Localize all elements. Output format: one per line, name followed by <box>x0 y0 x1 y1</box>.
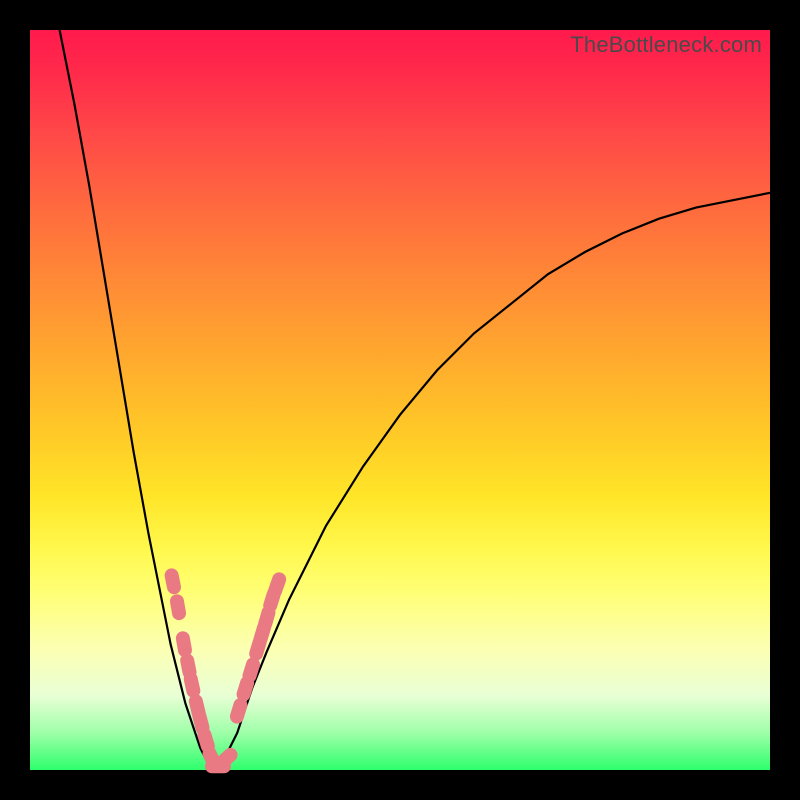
plot-area: TheBottleneck.com <box>30 30 770 770</box>
left-branch-markers-pt <box>169 593 187 621</box>
curve-layer <box>60 30 770 770</box>
left-branch-markers-pt <box>163 567 182 595</box>
curve-right-branch <box>215 193 770 770</box>
left-branch-markers-pt <box>175 630 193 658</box>
left-branch-markers-pt <box>182 671 201 699</box>
marker-layer <box>163 567 288 773</box>
chart-canvas <box>30 30 770 770</box>
chart-frame: TheBottleneck.com <box>0 0 800 800</box>
